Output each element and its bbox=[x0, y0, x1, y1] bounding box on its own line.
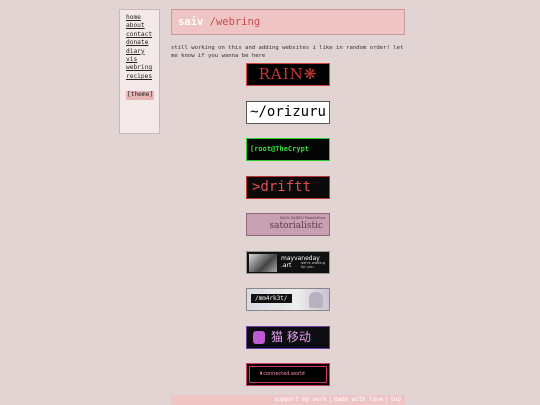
webring-button-orizuru[interactable]: ~/orizuru bbox=[246, 100, 330, 124]
webring-button-mm4rk3t[interactable]: /mm4rk3t/ bbox=[246, 288, 330, 311]
webring-button-mayvaneday[interactable]: mayvaneday .art we're waiting for you bbox=[246, 250, 330, 274]
nav-donate[interactable]: donate bbox=[126, 39, 159, 47]
conn-frame bbox=[249, 366, 327, 383]
nav-about[interactable]: about bbox=[126, 22, 159, 30]
webring-button-connected-world[interactable]: ⬆connected.world bbox=[246, 363, 330, 386]
nav-recipes[interactable]: recipes bbox=[126, 73, 159, 81]
support-link[interactable]: support my work bbox=[274, 397, 326, 403]
top-link[interactable]: top bbox=[391, 397, 401, 403]
mayvane-art-image bbox=[249, 253, 277, 272]
webring-button-thecrypt[interactable]: [root@TheCrypt ~]$_ bbox=[246, 138, 330, 161]
mm-label: /mm4rk3t/ bbox=[251, 294, 292, 303]
mayvane-art-label: .art bbox=[281, 261, 292, 269]
nav-home[interactable]: home bbox=[126, 14, 159, 22]
page-title: saiv /webring bbox=[171, 9, 405, 35]
sator-label: satorialistic bbox=[269, 221, 323, 231]
nav-diary[interactable]: diary bbox=[126, 48, 159, 56]
nav-webring[interactable]: webring bbox=[126, 64, 159, 72]
orizuru-label: ~/orizuru bbox=[250, 103, 326, 120]
webring-buttons: RAIN❋ ~/orizuru [root@TheCrypt ~]$_ >dri… bbox=[246, 63, 330, 401]
cat-icon bbox=[253, 330, 265, 344]
webring-button-mao-yidong[interactable]: 猫 移动 bbox=[246, 325, 330, 349]
driftt-label: >driftt bbox=[252, 178, 312, 195]
crypt-label: [root@TheCrypt ~]$_ bbox=[250, 145, 310, 153]
nav-contact[interactable]: contact bbox=[126, 31, 159, 39]
mao-label: 猫 移动 bbox=[271, 329, 311, 344]
nav-vis[interactable]: vis bbox=[126, 56, 159, 64]
webring-button-driftt[interactable]: >driftt bbox=[246, 175, 330, 199]
page-path: /webring bbox=[203, 16, 261, 28]
webring-button-satorialistic[interactable]: Sat0r ZADEO Wanderlust satorialistic bbox=[246, 213, 330, 236]
love-link[interactable]: made with love bbox=[334, 397, 383, 403]
footer-bar: support my work | made with love | top bbox=[171, 395, 405, 405]
mayvane-sub-label: we're waiting for you bbox=[301, 260, 325, 269]
rain-label: RAIN❋ bbox=[258, 65, 318, 83]
intro-text: still working on this and adding website… bbox=[171, 45, 404, 59]
sidebar-nav: home about contact donate diary vis webr… bbox=[119, 9, 160, 134]
theme-toggle-button[interactable]: [theme] bbox=[126, 91, 155, 100]
site-name: saiv bbox=[178, 16, 204, 28]
sator-small-label: Sat0r ZADEO Wanderlust bbox=[279, 216, 325, 220]
footer-separator: | bbox=[385, 397, 389, 403]
webring-button-rain[interactable]: RAIN❋ bbox=[246, 63, 330, 86]
mm-figure-image bbox=[309, 292, 323, 308]
